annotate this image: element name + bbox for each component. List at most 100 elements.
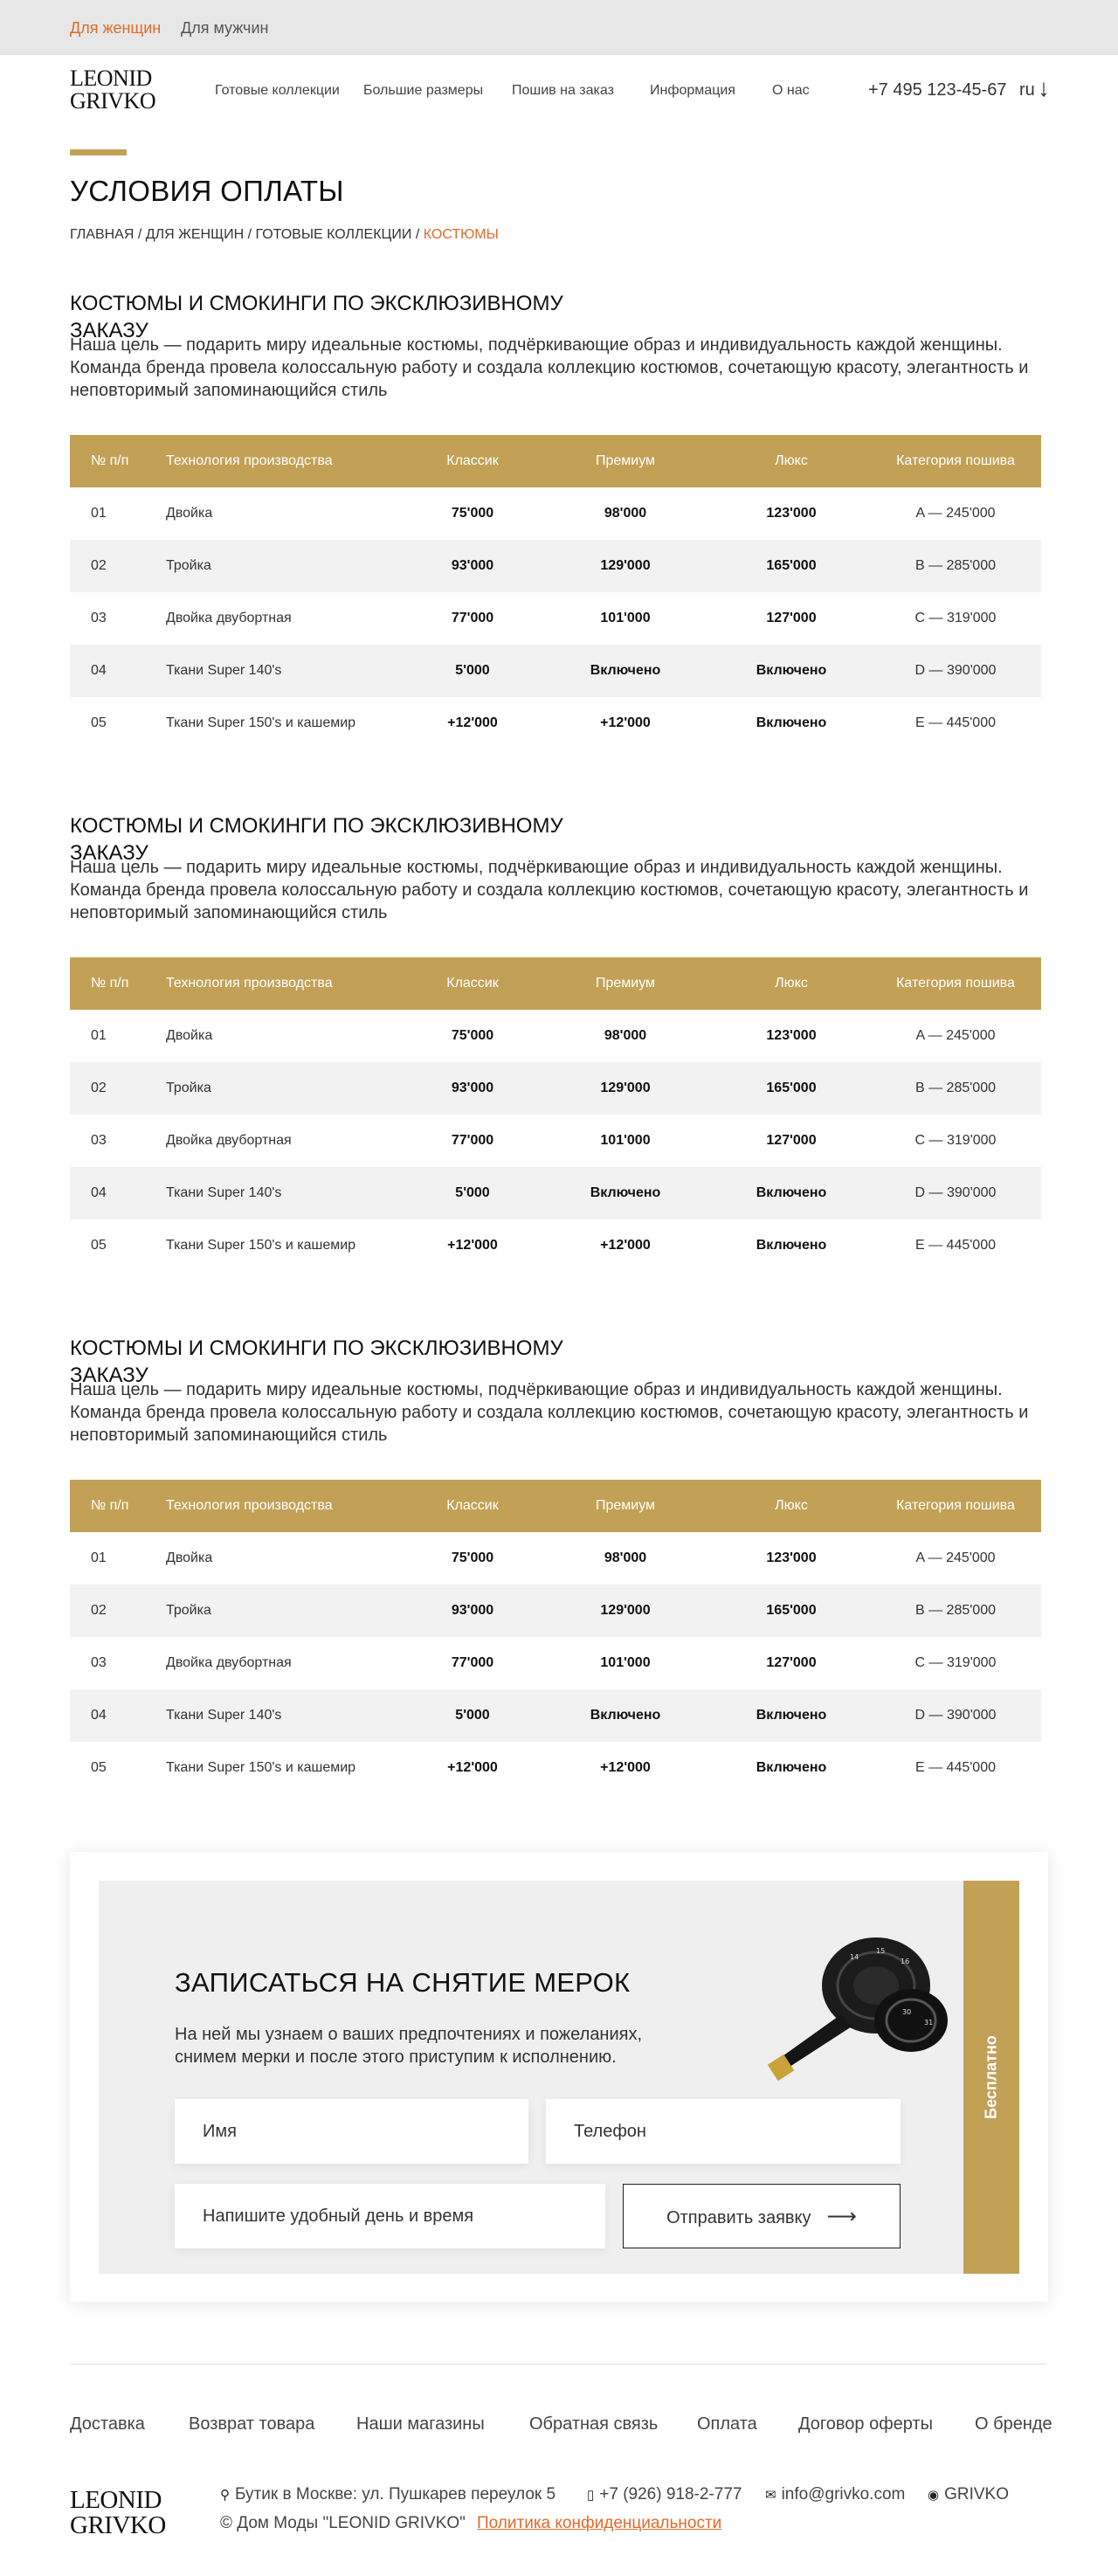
phone-field[interactable] bbox=[546, 2099, 901, 2164]
phone-icon: ▯ bbox=[587, 2488, 595, 2503]
table-cell: 123'000 bbox=[766, 1550, 817, 1565]
svg-text:30: 30 bbox=[902, 2008, 911, 2016]
table-cell: Включено bbox=[713, 1689, 870, 1742]
table-row: 05 Ткани Super 150's и кашемир +12'000 +12'… bbox=[70, 697, 1041, 749]
footer-social[interactable]: ◉ GRIVKO bbox=[928, 2485, 1009, 2504]
footer-link-offer[interactable]: Договор оферты bbox=[798, 2414, 933, 2434]
table-cell: 123'000 bbox=[766, 1028, 817, 1043]
table-header-cell: Люкс bbox=[713, 957, 870, 1010]
table-cell: Тройка bbox=[166, 1062, 407, 1115]
table-cell: C — 319'000 bbox=[914, 1655, 997, 1670]
table-row: 02 Тройка 93'000 129'000 165'000 B — 285'000 bbox=[70, 1585, 1041, 1637]
table-cell: A — 245'000 bbox=[915, 1550, 996, 1565]
footer-phone[interactable]: ▯ +7 (926) 918-2-777 bbox=[587, 2485, 742, 2504]
table-cell: 101'000 bbox=[600, 1133, 651, 1148]
table-cell: 77'000 bbox=[451, 1655, 494, 1670]
table-cell: 05 bbox=[91, 1238, 107, 1253]
breadcrumb-home[interactable]: ГЛАВНАЯ bbox=[70, 227, 134, 242]
nav-ready-collections[interactable]: Готовые коллекции bbox=[215, 83, 340, 99]
table-header-cell: № п/п bbox=[70, 1480, 166, 1532]
section-text: Наша цель — подарить миру идеальные кост… bbox=[70, 335, 1029, 400]
footer-link-returns[interactable]: Возврат товара bbox=[189, 2414, 314, 2434]
gender-link-women[interactable]: Для женщин bbox=[70, 19, 161, 38]
table-cell: 127'000 bbox=[766, 611, 817, 625]
language-selector[interactable]: ru bbox=[1019, 80, 1035, 100]
breadcrumb-women[interactable]: ДЛЯ ЖЕНЩИН bbox=[146, 227, 244, 242]
table-row: 03 Двойка двубортная 77'000 101'000 127'000 C… bbox=[70, 592, 1041, 645]
table-cell: 127'000 bbox=[766, 1655, 817, 1670]
table-cell: +12'000 bbox=[447, 1760, 498, 1775]
nav-custom-tailoring[interactable]: Пошив на заказ bbox=[512, 83, 614, 99]
footer-link-stores[interactable]: Наши магазины bbox=[356, 2414, 485, 2434]
table-cell: B — 285'000 bbox=[870, 1585, 1041, 1637]
table-header-cell: № п/п bbox=[70, 435, 166, 487]
svg-text:16: 16 bbox=[901, 1958, 909, 1965]
table-row: 04 Ткани Super 140's 5'000 Включено Включено… bbox=[70, 645, 1041, 697]
breadcrumb-current: КОСТЮМЫ bbox=[423, 227, 499, 242]
table-cell: 75'000 bbox=[451, 506, 494, 521]
table-cell: +12'000 bbox=[600, 1760, 651, 1775]
nav-information[interactable]: Информация bbox=[650, 83, 735, 99]
table-cell: 05 bbox=[91, 715, 107, 730]
table-cell: 129'000 bbox=[538, 540, 713, 592]
table-cell: Включено bbox=[538, 1689, 713, 1742]
table-header-cell: № п/п bbox=[70, 957, 166, 1010]
table-cell: Включено bbox=[538, 1167, 713, 1219]
table-cell: 5'000 bbox=[407, 1689, 538, 1742]
footer-link-about-brand[interactable]: О бренде bbox=[975, 2414, 1052, 2434]
table-cell: Включено bbox=[756, 1238, 827, 1253]
table-row: 01 Двойка 75'000 98'000 123'000 A — 245'000 bbox=[70, 487, 1041, 540]
footer-email[interactable]: ✉ info@grivko.com bbox=[765, 2485, 905, 2504]
submit-request-button[interactable]: Отправить заявку ⟶ bbox=[623, 2184, 901, 2248]
table-header-cell: Классик bbox=[407, 957, 538, 1010]
footer-logo[interactable]: LEONID GRIVKO bbox=[70, 2488, 166, 2538]
breadcrumb-separator: / bbox=[411, 227, 424, 242]
footer-email-text: info@grivko.com bbox=[781, 2485, 906, 2503]
name-field[interactable] bbox=[175, 2099, 528, 2164]
tape-measure-icon: 14 15 16 30 31 bbox=[767, 1937, 948, 2082]
table-row: 01 Двойка 75'000 98'000 123'000 A — 245'000 bbox=[70, 1532, 1041, 1585]
table-cell: C — 319'000 bbox=[914, 1133, 997, 1148]
table-cell: 129'000 bbox=[538, 1062, 713, 1115]
table-row: 05 Ткани Super 150's и кашемир +12'000 +12'… bbox=[70, 1219, 1041, 1272]
table-cell: 77'000 bbox=[451, 1133, 494, 1148]
table-cell: +12'000 bbox=[447, 1238, 498, 1253]
table-header-cell: Люкс bbox=[713, 1480, 870, 1532]
logo[interactable]: LEONID GRIVKO bbox=[70, 67, 156, 113]
table-cell: 04 bbox=[70, 1689, 166, 1742]
table-header-cell: Премиум bbox=[538, 1480, 713, 1532]
table-cell: 03 bbox=[91, 1655, 107, 1670]
breadcrumb-separator: / bbox=[244, 227, 256, 242]
free-badge: Бесплатно bbox=[963, 1881, 1019, 2274]
table-row: 04 Ткани Super 140's 5'000 Включено Включено… bbox=[70, 1689, 1041, 1742]
table-header-cell: Категория пошива bbox=[870, 435, 1041, 487]
arrow-down-icon[interactable]: ↓ bbox=[1038, 74, 1050, 102]
footer-link-payment[interactable]: Оплата bbox=[697, 2414, 757, 2434]
header-phone[interactable]: +7 495 123-45-67 bbox=[868, 80, 1006, 100]
breadcrumb-collections[interactable]: ГОТОВЫЕ КОЛЛЕКЦИИ bbox=[255, 227, 411, 242]
table-header-row: № п/п Технология производства Классик Преми… bbox=[70, 1480, 1041, 1532]
table-cell: 93'000 bbox=[407, 1585, 538, 1637]
table-header-cell: Премиум bbox=[538, 957, 713, 1010]
arrow-right-icon: ⟶ bbox=[826, 2204, 857, 2228]
table-cell: Двойка двубортная bbox=[166, 1133, 292, 1148]
table-header-cell: Премиум bbox=[538, 435, 713, 487]
location-pin-icon: ⚲ bbox=[220, 2488, 230, 2503]
table-cell: 101'000 bbox=[600, 611, 651, 625]
table-cell: 5'000 bbox=[407, 1167, 538, 1219]
table-cell: 05 bbox=[91, 1760, 107, 1775]
submit-label: Отправить заявку bbox=[666, 2207, 811, 2227]
table-cell: E — 445'000 bbox=[914, 1760, 996, 1775]
nav-about[interactable]: О нас bbox=[772, 83, 810, 99]
footer-link-delivery[interactable]: Доставка bbox=[70, 2414, 145, 2434]
table-cell: E — 445'000 bbox=[914, 1238, 996, 1253]
footer-link-feedback[interactable]: Обратная связь bbox=[529, 2414, 658, 2434]
gender-link-men[interactable]: Для мужчин bbox=[181, 19, 268, 38]
datetime-field[interactable] bbox=[175, 2184, 605, 2248]
table-header-cell: Классик bbox=[407, 435, 538, 487]
nav-large-sizes[interactable]: Большие размеры bbox=[363, 83, 483, 99]
privacy-policy-link[interactable]: Политика конфиденциальности bbox=[477, 2514, 721, 2533]
footer-address: ⚲ Бутик в Москве: ул. Пушкарев переулок 5 bbox=[220, 2485, 556, 2504]
table-cell: +12'000 bbox=[600, 715, 651, 730]
table-row: 01 Двойка 75'000 98'000 123'000 A — 245'000 bbox=[70, 1010, 1041, 1062]
